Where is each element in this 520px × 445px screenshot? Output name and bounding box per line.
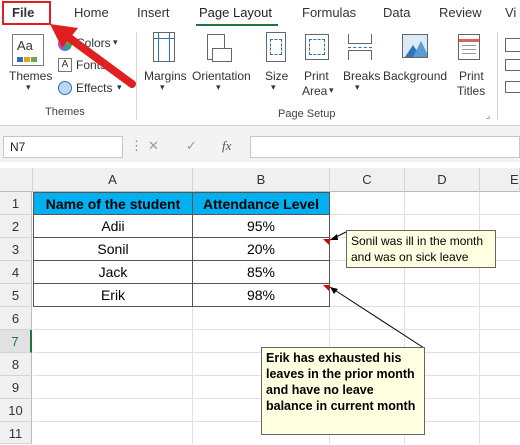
group-themes-label: Themes	[45, 106, 85, 118]
comment-note-erik[interactable]: Erik has exhausted his leaves in the pri…	[261, 347, 425, 435]
themes-dropdown-icon[interactable]: ▾	[26, 82, 31, 93]
comment-note-sonil[interactable]: Sonil was ill in the month and was on si…	[346, 230, 496, 268]
spreadsheet-grid: A B C D E 1 2 3 4 5 6 7 8 9 10 11 Name o…	[0, 162, 520, 444]
print-titles-label-1[interactable]: Print	[459, 69, 484, 83]
breaks-dropdown-icon[interactable]: ▾	[355, 82, 360, 93]
group-page-setup-label: Page Setup	[278, 108, 336, 120]
print-area-icon[interactable]	[305, 34, 329, 60]
print-area-label-1[interactable]: Print	[304, 69, 329, 83]
gridlines-icon[interactable]	[505, 38, 520, 52]
tab-insert[interactable]: Insert	[137, 5, 170, 20]
group-divider	[497, 32, 498, 120]
fx-button[interactable]: fx	[222, 138, 231, 154]
print-titles-label-2[interactable]: Titles	[457, 84, 485, 98]
breaks-button[interactable]: Breaks	[343, 69, 380, 83]
size-button[interactable]: Size	[265, 69, 288, 83]
tab-review[interactable]: Review	[439, 5, 482, 20]
margins-icon[interactable]	[153, 32, 175, 62]
formula-input[interactable]	[250, 136, 520, 158]
orientation-button[interactable]: Orientation	[192, 69, 251, 83]
headings-icon[interactable]	[505, 59, 520, 71]
cancel-button[interactable]: ✕	[148, 138, 159, 154]
tab-formulas[interactable]: Formulas	[302, 5, 356, 20]
name-box[interactable]: N7	[3, 136, 123, 158]
size-icon[interactable]	[266, 32, 286, 62]
size-dropdown-icon[interactable]: ▾	[271, 82, 276, 93]
tab-data[interactable]: Data	[383, 5, 410, 20]
print-area-dropdown-icon[interactable]: ▾	[329, 85, 334, 96]
page-setup-launcher-icon[interactable]: ⌟	[486, 110, 490, 121]
tab-page-layout[interactable]: Page Layout	[199, 5, 272, 20]
tab-home[interactable]: Home	[74, 5, 109, 20]
breaks-icon[interactable]	[348, 34, 372, 60]
margins-button[interactable]: Margins	[144, 69, 187, 83]
print-titles-icon[interactable]	[458, 34, 480, 60]
arrange-icon[interactable]	[505, 81, 520, 93]
background-icon[interactable]	[402, 34, 428, 58]
print-area-label-2[interactable]: Area	[302, 84, 327, 98]
background-button[interactable]: Background	[383, 69, 447, 83]
comment-connectors	[329, 231, 425, 349]
enter-button[interactable]: ✓	[186, 138, 197, 154]
annotation-arrow-icon	[50, 24, 136, 88]
formula-bar: N7 ⋮ ✕ ✓ fx	[0, 126, 520, 162]
more-icon: ⋮	[130, 138, 143, 153]
orientation-dropdown-icon[interactable]: ▾	[216, 82, 221, 93]
tab-view[interactable]: Vi	[505, 5, 516, 20]
margins-dropdown-icon[interactable]: ▾	[160, 82, 165, 93]
